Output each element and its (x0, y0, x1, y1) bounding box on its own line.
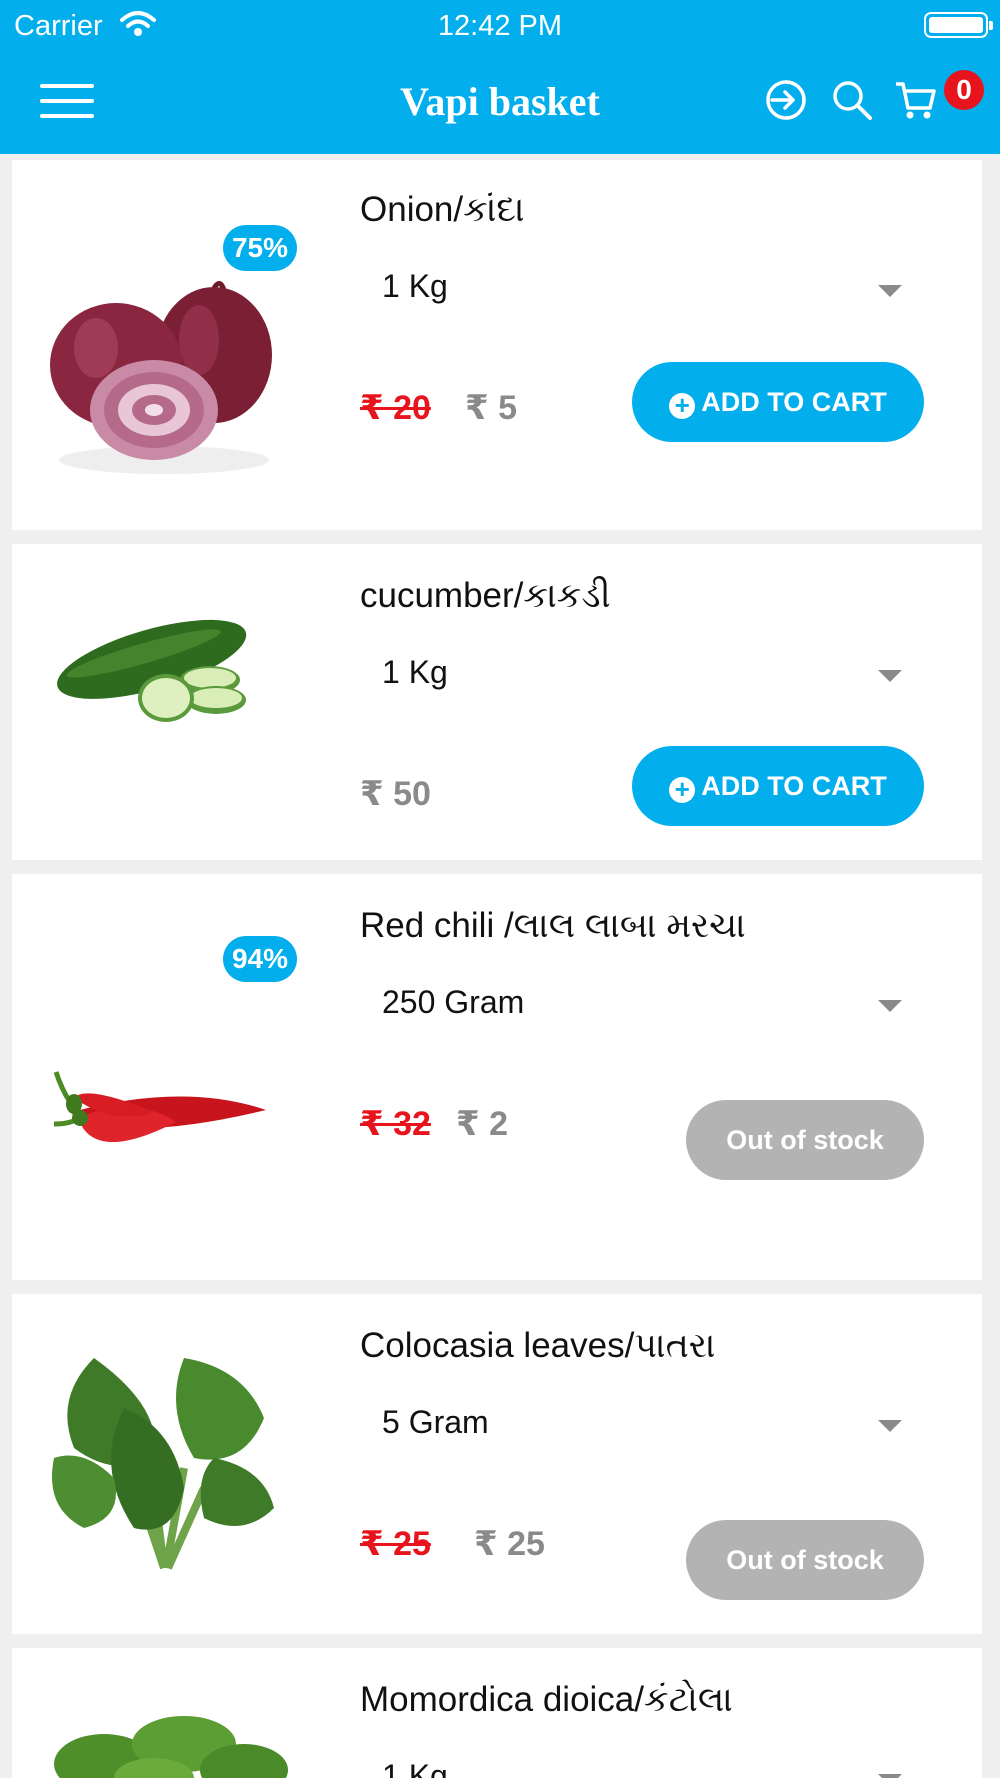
status-bar: Carrier 12:42 PM (0, 0, 1000, 50)
product-image (57, 619, 247, 722)
menu-icon (40, 84, 94, 88)
quantity-select[interactable]: 1 Kg (382, 1758, 448, 1778)
app-header: Carrier 12:42 PM Vapi basket 0 (0, 0, 1000, 154)
product-image (50, 281, 272, 474)
plus-circle-icon: + (669, 776, 696, 803)
product-name: Onion/કાંદા (360, 190, 525, 229)
price: ₹ 5 (465, 389, 518, 427)
dropdown-caret-icon[interactable] (878, 285, 902, 297)
product-name: Red chili /લાલ લાબા મરચા (360, 906, 746, 945)
old-price: ₹ 20 (360, 389, 431, 427)
product-card: Colocasia leaves/પાતરા 5 Gram ₹ 25 ₹ 25 … (12, 1294, 982, 1634)
product-card: 94% Red chili /લાલ લાબા મરચા 250 Gram ₹ … (12, 874, 982, 1280)
quantity-select[interactable]: 1 Kg (382, 654, 448, 691)
search-icon[interactable] (830, 78, 874, 122)
dropdown-caret-icon[interactable] (878, 1774, 902, 1778)
old-price: ₹ 32 (360, 1105, 431, 1143)
old-price: ₹ 25 (360, 1525, 431, 1563)
product-image (52, 1358, 274, 1570)
price: ₹ 2 (456, 1105, 509, 1143)
cart-count-badge: 0 (944, 70, 984, 110)
product-card: 75% Onion/કાંદા 1 Kg ₹ 20 ₹ 5 + ADD TO CA… (12, 160, 982, 530)
cart-icon[interactable] (894, 78, 938, 122)
add-to-cart-button[interactable]: + ADD TO CART (632, 746, 924, 826)
product-image (53, 1071, 266, 1143)
battery-icon (924, 12, 993, 38)
price: ₹ 25 (474, 1525, 545, 1563)
login-icon[interactable] (764, 78, 808, 122)
out-of-stock-button: Out of stock (686, 1100, 924, 1180)
dropdown-caret-icon[interactable] (878, 1000, 902, 1012)
product-card: Momordica dioica/કંટોલા 1 Kg (12, 1648, 982, 1778)
product-card: cucumber/કાકડી 1 Kg ₹ 50 + ADD TO CART (12, 544, 982, 860)
product-name: Colocasia leaves/પાતરા (360, 1326, 716, 1365)
out-of-stock-button: Out of stock (686, 1520, 924, 1600)
quantity-select[interactable]: 250 Gram (382, 984, 524, 1021)
quantity-select[interactable]: 5 Gram (382, 1404, 489, 1441)
app-title: Vapi basket (400, 79, 600, 124)
dropdown-caret-icon[interactable] (878, 1420, 902, 1432)
price: ₹ 50 (360, 775, 431, 813)
discount-badge: 75% (223, 225, 297, 271)
product-name: cucumber/કાકડી (360, 576, 611, 615)
product-name: Momordica dioica/કંટોલા (360, 1680, 733, 1719)
quantity-select[interactable]: 1 Kg (382, 268, 448, 305)
status-time: 12:42 PM (437, 10, 563, 42)
plus-circle-icon: + (669, 392, 696, 419)
product-image (54, 1716, 288, 1778)
dropdown-caret-icon[interactable] (878, 670, 902, 682)
add-to-cart-button[interactable]: + ADD TO CART (632, 362, 924, 442)
menu-button[interactable] (40, 84, 94, 118)
discount-badge: 94% (223, 936, 297, 982)
